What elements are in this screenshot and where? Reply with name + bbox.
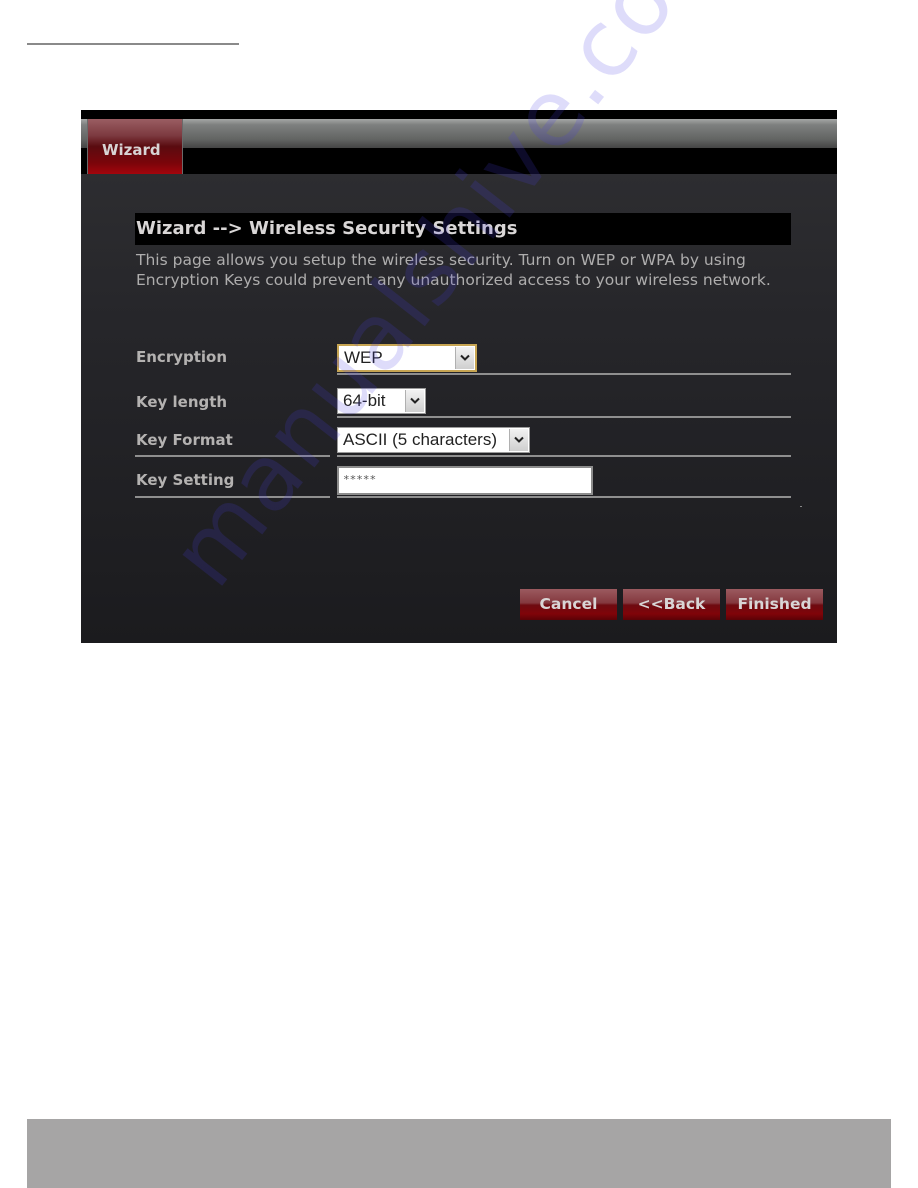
tab-wizard-label: Wizard	[102, 141, 161, 159]
key-length-rule	[337, 416, 791, 418]
chevron-down-icon[interactable]	[455, 347, 474, 369]
key-format-label-rule	[135, 455, 330, 457]
key-setting-input[interactable]: *****	[337, 466, 593, 495]
key-format-select[interactable]: ASCII (5 characters)	[337, 427, 530, 453]
key-format-value: ASCII (5 characters)	[343, 430, 497, 449]
key-format-label: Key Format	[136, 431, 233, 449]
tab-bar-strip	[81, 119, 837, 148]
key-format-rule	[337, 455, 791, 457]
key-setting-rule	[337, 496, 791, 498]
key-length-select[interactable]: 64-bit	[337, 388, 426, 414]
chevron-down-icon[interactable]	[405, 390, 424, 412]
chevron-down-icon[interactable]	[509, 429, 528, 451]
page-title: Wizard --> Wireless Security Settings	[135, 213, 791, 245]
stray-dot	[800, 506, 802, 507]
page-description: This page allows you setup the wireless …	[136, 251, 771, 289]
encryption-label: Encryption	[136, 348, 228, 366]
cancel-button[interactable]: Cancel	[520, 589, 617, 620]
footer-bar	[27, 1119, 891, 1188]
key-length-value: 64-bit	[343, 391, 386, 410]
finished-button[interactable]: Finished	[726, 589, 823, 620]
header-rule	[27, 43, 239, 45]
back-button[interactable]: <<Back	[623, 589, 720, 620]
key-setting-label-rule	[135, 496, 330, 498]
tab-bar: Wizard	[81, 110, 837, 174]
tab-wizard[interactable]: Wizard	[87, 119, 183, 174]
encryption-select[interactable]: WEP	[337, 344, 477, 372]
router-wizard-panel: Wizard Wizard --> Wireless Security Sett…	[81, 110, 837, 643]
key-setting-label: Key Setting	[136, 471, 235, 489]
encryption-value: WEP	[344, 348, 383, 367]
key-length-label: Key length	[136, 393, 228, 411]
encryption-rule	[337, 373, 791, 375]
